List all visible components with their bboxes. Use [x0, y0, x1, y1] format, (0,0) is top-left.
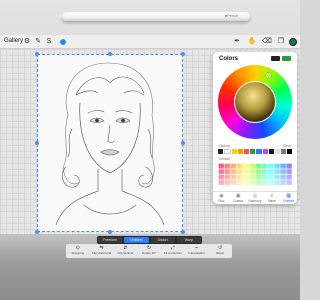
resize-handle[interactable] — [35, 230, 39, 234]
snapping-button[interactable]: ⊙ Snapping — [66, 244, 90, 258]
mode-distort[interactable]: Distort — [150, 237, 175, 243]
tab-classic[interactable]: ▣ Classic — [230, 192, 247, 204]
interpolation-button[interactable]: ⌁ Interpolation — [185, 244, 209, 258]
tab-value[interactable]: ≡ Value — [263, 192, 280, 204]
reset-button[interactable]: ↺ Reset — [208, 244, 232, 258]
fit-to-canvas-button[interactable]: ⤢ Fit to Canvas — [161, 244, 185, 258]
artboard[interactable] — [35, 52, 185, 234]
tab-palettes[interactable]: ▦ Palettes — [280, 192, 297, 204]
colors-panel: Colors History Clear Default ◉ Disc ▣ Class… — [213, 52, 297, 204]
history-swatch[interactable] — [274, 149, 280, 154]
pencil-brand-label: ●Pencil — [224, 13, 238, 18]
history-swatch[interactable] — [262, 149, 268, 154]
current-color-button[interactable] — [289, 38, 297, 46]
history-swatches — [218, 149, 292, 154]
transform-label: Flip Horizontal — [91, 251, 112, 255]
mode-warp[interactable]: Warp — [176, 237, 201, 243]
resize-handle[interactable] — [35, 52, 39, 56]
portrait-sketch — [55, 62, 165, 226]
previous-color-swatch[interactable] — [282, 56, 291, 61]
transform-label: Interpolation — [188, 251, 205, 255]
resize-handle[interactable] — [108, 230, 112, 234]
history-swatch[interactable] — [244, 149, 250, 154]
magic-wand-icon[interactable]: ✎ — [33, 37, 43, 47]
layers-icon[interactable]: ❐ — [276, 37, 286, 47]
mode-uniform[interactable]: Uniform — [124, 237, 149, 243]
current-color-swatch[interactable] — [271, 56, 280, 61]
transform-arrow-icon[interactable] — [59, 38, 67, 46]
transform-label: Reset — [216, 251, 225, 255]
history-swatch[interactable] — [256, 149, 262, 154]
eraser-icon[interactable]: ⌫ — [262, 37, 272, 47]
tab-label: Value — [267, 199, 276, 203]
mode-freeform[interactable]: Freeform — [98, 237, 123, 243]
history-swatch[interactable] — [224, 149, 232, 154]
transform-label: Rotate 45° — [141, 251, 157, 255]
tab-harmony[interactable]: ◎ Harmony — [247, 192, 264, 204]
transform-label: Flip Vertical — [117, 251, 134, 255]
hue-knob[interactable] — [266, 73, 271, 78]
transform-mode-bar: Freeform Uniform Distort Warp — [97, 236, 202, 244]
wrench-icon[interactable]: ⚙ — [22, 37, 32, 47]
resize-handle[interactable] — [181, 141, 185, 145]
history-swatch[interactable] — [238, 149, 244, 154]
tab-label: Classic — [233, 199, 244, 203]
clear-history-button[interactable]: Clear — [283, 144, 291, 148]
pencil-tip — [54, 14, 63, 18]
resize-handle[interactable] — [108, 52, 112, 56]
resize-handle[interactable] — [35, 141, 39, 145]
apple-pencil: ●Pencil — [62, 12, 250, 21]
tab-disc[interactable]: ◉ Disc — [213, 192, 230, 204]
gallery-button[interactable]: Gallery — [4, 38, 23, 44]
transform-label: Fit to Canvas — [163, 251, 182, 255]
history-swatch[interactable] — [286, 149, 292, 154]
saturation-brightness-disc[interactable] — [234, 81, 276, 123]
transform-label: Snapping — [71, 251, 85, 255]
color-mode-tabs: ◉ Disc ▣ Classic ◎ Harmony ≡ Value ▦ Palettes — [213, 191, 297, 204]
tab-label: Palettes — [282, 199, 295, 203]
history-swatch[interactable] — [218, 149, 224, 154]
history-swatch[interactable] — [232, 149, 238, 154]
smudge-icon[interactable]: ✋ — [247, 37, 257, 47]
colors-title: Colors — [219, 56, 239, 62]
default-palette-label: Default — [219, 157, 231, 161]
history-swatch[interactable] — [268, 149, 274, 154]
flip-vertical-button[interactable]: ⇵ Flip Vertical — [113, 244, 137, 258]
palette-grid — [218, 163, 292, 185]
rotate-45-button[interactable]: ↻ Rotate 45° — [137, 244, 161, 258]
history-swatch[interactable] — [280, 149, 286, 154]
selection-icon[interactable]: S — [44, 37, 54, 47]
history-label: History — [219, 144, 230, 148]
transform-options-bar: ⊙ Snapping ⇋ Flip Horizontal ⇵ Flip Vertical ↻… — [66, 244, 232, 258]
history-swatch[interactable] — [250, 149, 256, 154]
flip-horizontal-button[interactable]: ⇋ Flip Horizontal — [90, 244, 114, 258]
top-toolbar: Gallery ⚙ ✎ S ✒ ✋ ⌫ ❐ — [0, 35, 300, 49]
color-disc[interactable] — [218, 65, 292, 139]
resize-handle[interactable] — [181, 52, 185, 56]
tab-label: Disc — [218, 199, 225, 203]
brush-icon[interactable]: ✒ — [232, 37, 242, 47]
resize-handle[interactable] — [181, 230, 185, 234]
screen: ●Pencil Gallery ⚙ ✎ S ✒ ✋ ⌫ ❐ Colors His… — [0, 0, 300, 300]
tab-label: Harmony — [248, 199, 262, 203]
